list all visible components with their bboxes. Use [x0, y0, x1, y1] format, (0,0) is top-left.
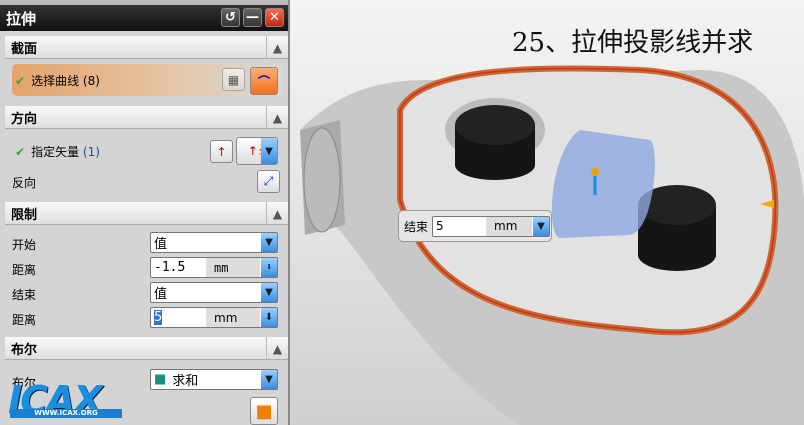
start-distance-input[interactable]: -1.5 mm ⬇: [150, 257, 278, 278]
end-distance-input[interactable]: 5 mm ⬇: [150, 307, 278, 328]
curve-icon[interactable]: ⌒: [250, 67, 278, 95]
arrow-down-icon[interactable]: ⬇: [261, 308, 277, 327]
end-label: 结束: [12, 288, 37, 302]
chevron-down-icon[interactable]: ▼: [261, 370, 277, 389]
chevron-down-icon[interactable]: ▼: [261, 283, 277, 302]
start-value: 值: [154, 237, 168, 252]
section-title: 限制: [11, 207, 38, 223]
reverse-label: 反向: [12, 176, 37, 190]
section-title: 截面: [11, 41, 38, 57]
float-input[interactable]: 5 mm ▼: [432, 215, 551, 237]
unite-icon: ■: [154, 372, 167, 387]
select-curve-label: 选择曲线: [31, 74, 80, 88]
unit-label: mm: [206, 308, 260, 327]
float-dropdown-icon[interactable]: ▼: [533, 216, 550, 236]
floating-end-field: 结束 5 mm ▼: [398, 210, 552, 242]
boolean-select[interactable]: ■ 求和 ▼: [150, 369, 278, 390]
vector-dropdown-icon[interactable]: ▼: [261, 138, 277, 164]
collapse-icon[interactable]: ▲: [266, 202, 288, 225]
minimize-icon[interactable]: —: [243, 8, 262, 27]
vector-type-icon[interactable]: ↑⚡ ▼: [236, 137, 278, 165]
dialog-titlebar: 拉伸 ↺ — ✕: [0, 0, 288, 31]
section-header-direction[interactable]: 方向 ▲: [5, 106, 288, 129]
sketch-section-icon[interactable]: ▦: [222, 68, 245, 91]
start-select[interactable]: 值 ▼: [150, 232, 278, 253]
section-title: 布尔: [11, 342, 38, 358]
unit-label: mm: [206, 258, 260, 277]
select-curve-count: (8): [82, 73, 100, 88]
specify-vector[interactable]: ✔ 指定矢量 (1): [15, 143, 100, 160]
extrude-dialog: 拉伸 ↺ — ✕ 截面 ▲ ✔ 选择曲线 (8) ▦ ⌒ 方向 ▲ ✔ 指定矢量 (1)…: [0, 0, 290, 425]
end-select[interactable]: 值 ▼: [150, 282, 278, 303]
dialog-title: 拉伸: [6, 9, 37, 28]
boolean-value: 求和: [172, 374, 199, 389]
watermark-url: WWW.ICAX.ORG: [10, 409, 122, 418]
select-body-icon[interactable]: ■: [250, 397, 278, 425]
float-value: 5: [436, 219, 444, 233]
section-header-limits[interactable]: 限制 ▲: [5, 202, 288, 225]
collapse-icon[interactable]: ▲: [266, 36, 288, 59]
viewport-title: 25、拉伸投影线并求: [512, 28, 754, 58]
end-value: 值: [154, 287, 168, 302]
start-distance-label: 距离: [12, 263, 37, 277]
section-header-section[interactable]: 截面 ▲: [5, 36, 288, 59]
collapse-icon[interactable]: ▲: [266, 106, 288, 129]
check-icon: ✔: [15, 144, 26, 159]
section-title: 方向: [11, 111, 38, 127]
vector-label: 指定矢量: [31, 145, 80, 159]
collapse-icon[interactable]: ▲: [266, 337, 288, 360]
float-label: 结束: [404, 219, 429, 234]
start-distance-value: -1.5: [154, 260, 186, 275]
start-label: 开始: [12, 238, 37, 252]
select-curve[interactable]: ✔ 选择曲线 (8): [15, 72, 100, 89]
end-distance-value: 5: [154, 310, 163, 325]
arrow-down-icon[interactable]: ⬇: [261, 258, 277, 277]
vector-count: (1): [82, 144, 100, 159]
float-unit: mm: [486, 216, 533, 236]
reset-icon[interactable]: ↺: [221, 8, 240, 27]
section-header-boolean[interactable]: 布尔 ▲: [5, 337, 288, 360]
vector-dialog-icon[interactable]: ↑: [210, 140, 233, 163]
chevron-down-icon[interactable]: ▼: [261, 233, 277, 252]
check-icon: ✔: [15, 73, 26, 88]
end-distance-label: 距离: [12, 313, 37, 327]
close-icon[interactable]: ✕: [265, 8, 284, 27]
reverse-direction-icon[interactable]: ⤢: [257, 170, 280, 193]
